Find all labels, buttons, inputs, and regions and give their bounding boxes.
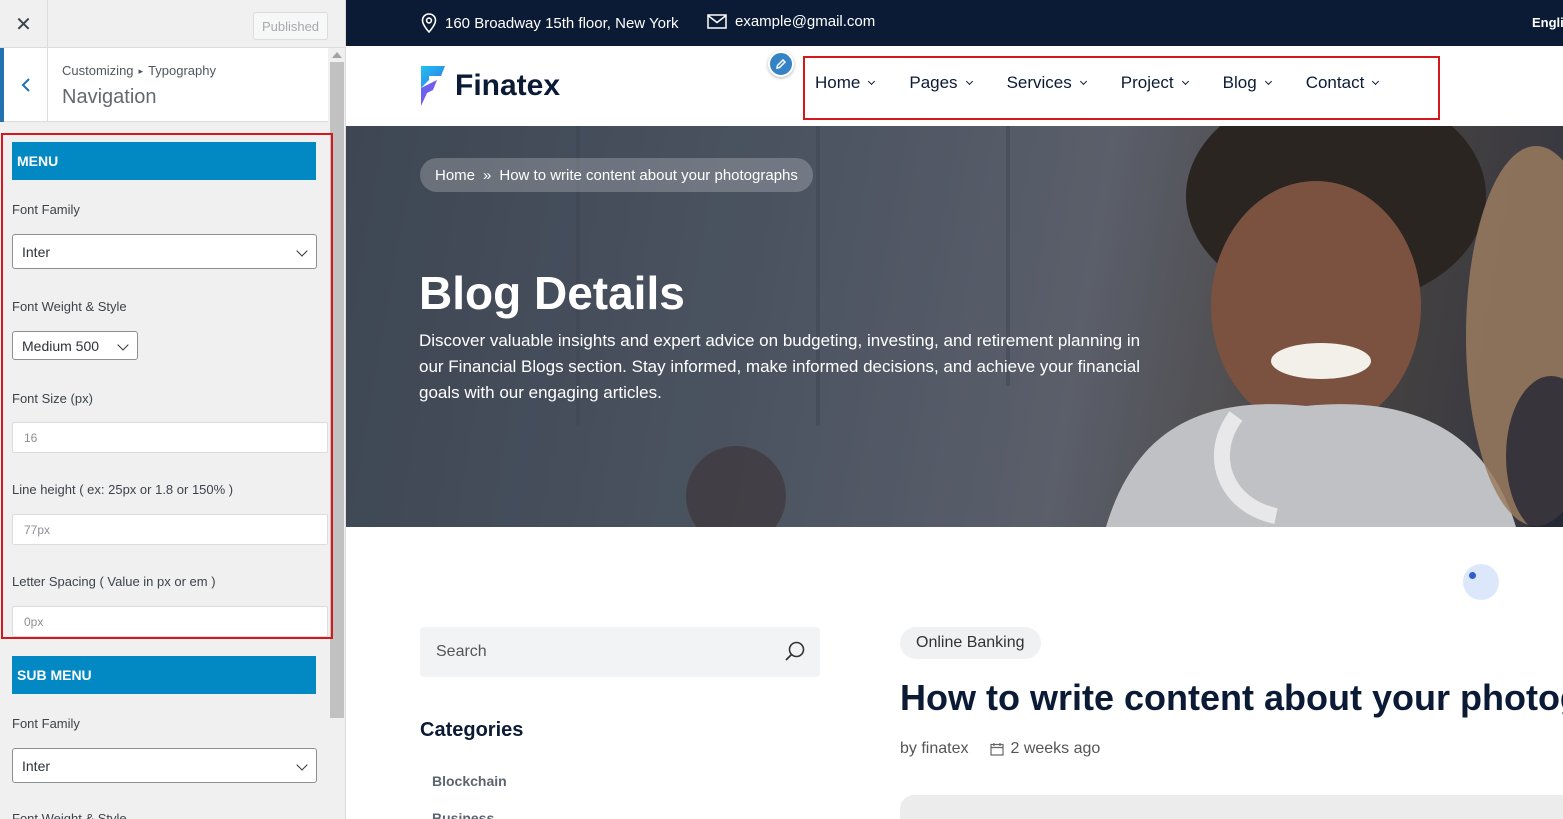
- page-hero: Home » How to write content about your p…: [346, 126, 1563, 527]
- map-pin-icon: [421, 13, 437, 33]
- breadcrumb-home-link[interactable]: Home: [435, 167, 475, 184]
- nav-label: Contact: [1305, 73, 1365, 92]
- nav-label: Home: [815, 73, 861, 92]
- email-text: example@gmail.com: [735, 13, 876, 30]
- nav-label: Services: [1006, 73, 1072, 92]
- category-link[interactable]: Blockchain: [432, 773, 507, 789]
- address-text: 160 Broadway 15th floor, New York: [445, 14, 679, 32]
- pencil-icon: [776, 58, 787, 69]
- menu-font-weight-label: Font Weight & Style: [12, 299, 127, 314]
- nav-label: Pages: [909, 73, 958, 92]
- menu-font-family-value: Inter: [22, 243, 51, 260]
- site-topbar: 160 Broadway 15th floor, New York exampl…: [346, 0, 1563, 46]
- chevron-down-icon: [296, 759, 308, 771]
- nav-item-project[interactable]: Project: [1120, 73, 1189, 93]
- breadcrumb-parent: Customizing: [62, 63, 134, 78]
- section-title: Navigation: [62, 86, 157, 108]
- finatex-logo-icon: [421, 66, 445, 106]
- customizer-sidebar: ✕ Published Customizing ▸ Typography Navig…: [0, 0, 346, 819]
- topbar-address: 160 Broadway 15th floor, New York: [421, 13, 678, 33]
- menu-font-weight-value: Medium 500: [22, 337, 100, 354]
- back-button[interactable]: [0, 48, 48, 122]
- menu-font-family-select[interactable]: Inter: [12, 234, 317, 269]
- site-header: Finatex Home Pages Services Project Blog…: [346, 46, 1563, 126]
- category-link[interactable]: Business: [432, 810, 494, 819]
- submenu-font-family-value: Inter: [22, 757, 51, 774]
- breadcrumb-current: Typography: [148, 63, 216, 78]
- nav-item-services[interactable]: Services: [1006, 73, 1087, 93]
- search-placeholder: Search: [436, 643, 487, 660]
- post-date-text: 2 weeks ago: [1010, 740, 1101, 757]
- chevron-down-icon: [868, 77, 876, 86]
- post-meta: by finatex 2 weeks ago: [900, 740, 1100, 758]
- close-customizer-button[interactable]: ✕: [0, 0, 48, 48]
- nav-item-contact[interactable]: Contact: [1305, 73, 1380, 93]
- chevron-down-icon: [1181, 77, 1189, 86]
- hero-title: Blog Details: [419, 267, 685, 319]
- site-logo[interactable]: Finatex: [419, 66, 560, 106]
- post-date: 2 weeks ago: [990, 740, 1100, 758]
- customizer-breadcrumb: Customizing ▸ Typography: [62, 63, 216, 78]
- calendar-icon: [990, 743, 1005, 756]
- breadcrumb-current-page: How to write content about your photogra…: [499, 166, 798, 184]
- nav-label: Project: [1120, 73, 1174, 92]
- envelope-icon: [707, 14, 727, 29]
- submenu-font-family-select[interactable]: Inter: [12, 748, 317, 783]
- menu-font-weight-select[interactable]: Medium 500: [12, 331, 138, 360]
- breadcrumb-separator: ▸: [138, 66, 144, 76]
- chevron-down-icon: [1079, 77, 1087, 86]
- customizer-header: ✕ Published: [0, 0, 345, 48]
- chevron-down-icon: [117, 339, 129, 351]
- topbar-email[interactable]: example@gmail.com: [707, 13, 875, 30]
- menu-line-height-input[interactable]: 77px: [12, 514, 328, 545]
- menu-letter-spacing-label: Letter Spacing ( Value in px or em ): [12, 574, 216, 589]
- submenu-font-weight-label: Font Weight & Style: [12, 811, 127, 819]
- chevron-down-icon: [296, 245, 308, 257]
- sidebar-scrollbar[interactable]: [329, 48, 345, 819]
- menu-letter-spacing-input[interactable]: 0px: [12, 606, 328, 637]
- chevron-left-icon: [21, 78, 30, 92]
- main-navigation: Home Pages Services Project Blog Contact: [815, 73, 1380, 93]
- nav-item-pages[interactable]: Pages: [909, 73, 973, 93]
- scrollbar-thumb[interactable]: [330, 62, 344, 718]
- menu-font-size-label: Font Size (px): [12, 391, 93, 406]
- submenu-font-family-label: Font Family: [12, 716, 80, 731]
- nav-item-blog[interactable]: Blog: [1222, 73, 1272, 93]
- chevron-down-icon: [1264, 77, 1272, 86]
- edit-shortcut-button[interactable]: [768, 51, 794, 77]
- submenu-section-heading: SUB MENU: [12, 656, 316, 694]
- chevron-down-icon: [965, 77, 973, 86]
- post-title[interactable]: How to write content about your photogra…: [900, 677, 1563, 719]
- post-category-tag[interactable]: Online Banking: [900, 627, 1041, 659]
- scroll-up-arrow-icon[interactable]: [332, 52, 342, 58]
- language-selector[interactable]: English: [1532, 15, 1563, 30]
- post-author[interactable]: by finatex: [900, 740, 968, 758]
- double-chevron-icon: »: [483, 166, 492, 184]
- menu-font-family-label: Font Family: [12, 202, 80, 217]
- menu-section-heading: MENU: [12, 142, 316, 180]
- close-icon: ✕: [15, 13, 32, 36]
- publish-button[interactable]: Published: [253, 12, 328, 40]
- menu-line-height-label: Line height ( ex: 25px or 1.8 or 150% ): [12, 482, 234, 497]
- loading-indicator: [1463, 564, 1499, 600]
- blog-search-input[interactable]: Search: [420, 627, 820, 677]
- section-header: Customizing ▸ Typography Navigation: [0, 48, 328, 122]
- categories-title: Categories: [420, 719, 524, 741]
- search-icon[interactable]: [784, 640, 806, 662]
- post-featured-image: [900, 795, 1563, 819]
- nav-item-home[interactable]: Home: [815, 73, 876, 93]
- menu-font-size-input[interactable]: 16: [12, 422, 328, 453]
- hero-breadcrumb: Home » How to write content about your p…: [420, 158, 813, 192]
- hero-description: Discover valuable insights and expert ad…: [419, 331, 1141, 402]
- chevron-down-icon: [1372, 77, 1380, 86]
- site-preview: 160 Broadway 15th floor, New York exampl…: [346, 0, 1563, 819]
- logo-text: Finatex: [455, 69, 561, 102]
- nav-label: Blog: [1222, 73, 1257, 92]
